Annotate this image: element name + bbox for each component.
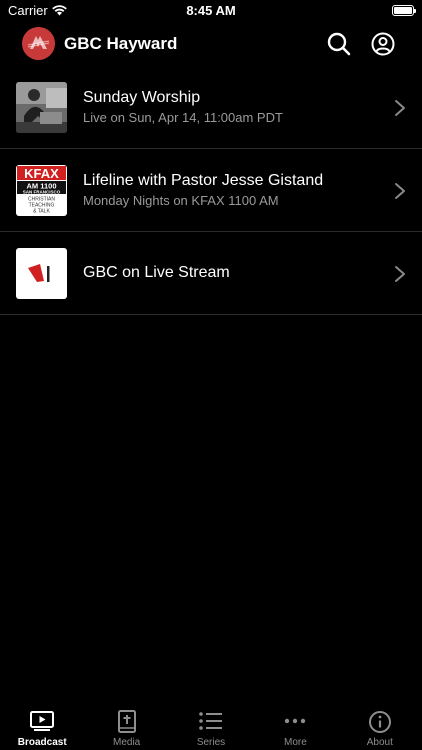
tab-media[interactable]: Media: [84, 702, 168, 750]
kfax-city-text: SAN FRANCISCO: [23, 190, 61, 195]
item-subtitle: Monday Nights on KFAX 1100 AM: [83, 193, 279, 208]
kfax-tagline-3: & TALK: [33, 209, 50, 215]
search-icon: [327, 32, 351, 56]
page-title: GBC Hayward: [64, 34, 178, 53]
search-button[interactable]: [326, 31, 352, 57]
list-item-lifeline[interactable]: KFAX AM 1100 SAN FRANCISCO CHRISTIAN TEA…: [0, 149, 422, 232]
tab-label: Media: [112, 737, 141, 748]
tab-label: Broadcast: [17, 737, 67, 748]
account-button[interactable]: [370, 31, 396, 57]
status-bar: Carrier 8:45 AM: [0, 0, 422, 22]
navigation-bar: GBC Hayward: [0, 24, 422, 64]
chevron-right-icon: [395, 183, 405, 199]
account-icon: [371, 32, 395, 56]
tab-bar: Broadcast Media Series More About: [0, 702, 422, 750]
tab-about[interactable]: About: [338, 702, 422, 750]
battery-icon: [392, 5, 416, 16]
tab-more[interactable]: More: [253, 702, 337, 750]
pastor-photo-thumbnail: [16, 82, 67, 133]
item-title: Sunday Worship: [83, 89, 201, 106]
list-item-livestream[interactable]: GBC on Live Stream: [0, 232, 422, 315]
church-logo-icon: [22, 27, 55, 60]
chevron-right-icon: [395, 266, 405, 282]
app-screen: Carrier 8:45 AM GBC Hayward Sunday Worsh…: [0, 0, 422, 750]
livestream-logo-thumbnail: [16, 248, 67, 299]
tab-label: About: [366, 737, 393, 748]
tab-label: More: [284, 737, 307, 748]
kfax-brand-text: KFAX: [24, 166, 59, 181]
list-item-sunday-worship[interactable]: Sunday Worship Live on Sun, Apr 14, 11:0…: [0, 66, 422, 149]
item-title: GBC on Live Stream: [83, 264, 230, 281]
tab-broadcast[interactable]: Broadcast: [0, 702, 84, 750]
ellipsis-icon: [285, 718, 306, 724]
bible-icon: [117, 710, 136, 733]
info-icon: [368, 711, 391, 733]
list-icon: [199, 712, 223, 730]
broadcast-list: Sunday Worship Live on Sun, Apr 14, 11:0…: [0, 66, 422, 315]
kfax-logo-thumbnail: KFAX AM 1100 SAN FRANCISCO CHRISTIAN TEA…: [16, 165, 67, 216]
chevron-right-icon: [395, 100, 405, 116]
play-screen-icon: [30, 711, 55, 731]
item-title: Lifeline with Pastor Jesse Gistand: [83, 172, 324, 189]
clock: 8:45 AM: [186, 3, 236, 18]
item-subtitle: Live on Sun, Apr 14, 11:00am PDT: [83, 110, 283, 125]
tab-label: Series: [196, 737, 226, 748]
tab-series[interactable]: Series: [169, 702, 253, 750]
